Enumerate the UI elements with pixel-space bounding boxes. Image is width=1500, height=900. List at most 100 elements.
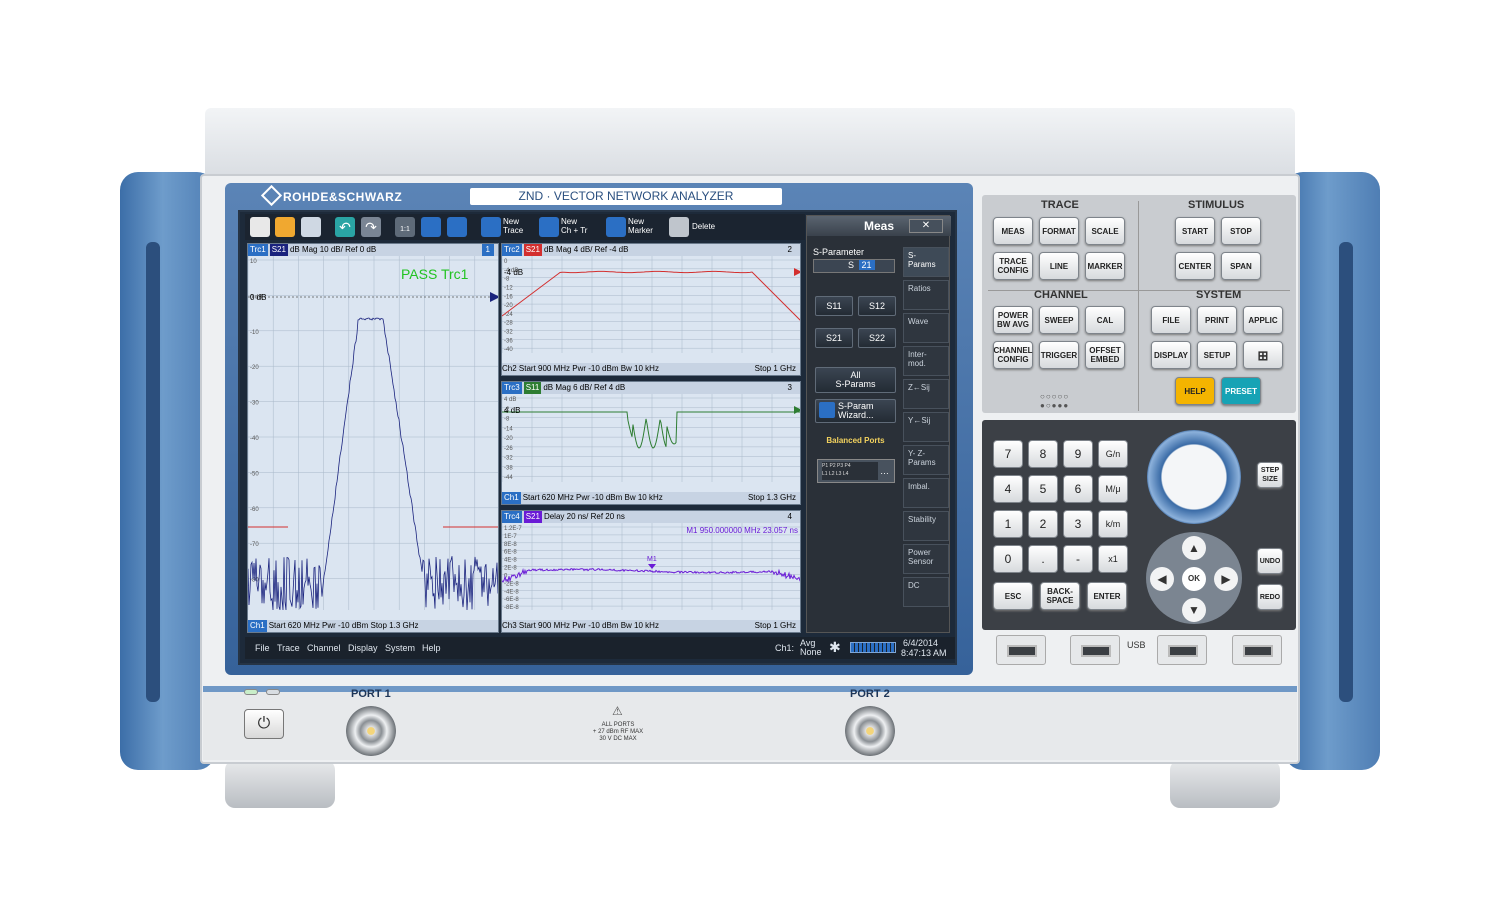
tab-ratios[interactable]: Ratios — [903, 280, 949, 310]
zoom-area-icon[interactable] — [447, 217, 467, 237]
stop-key[interactable]: STOP — [1221, 217, 1261, 245]
usb-port-2[interactable] — [1070, 635, 1120, 665]
trace2-name[interactable]: Trc2 — [502, 244, 522, 256]
usb-port-1[interactable] — [996, 635, 1046, 665]
trace1-name[interactable]: Trc1 — [248, 244, 268, 256]
new-trace-label[interactable]: New Trace — [503, 217, 523, 235]
power-button[interactable]: ⏻ — [244, 709, 284, 739]
usb-port-3[interactable] — [1157, 635, 1207, 665]
tab-power-sensor[interactable]: Power Sensor — [903, 544, 949, 574]
s21-button[interactable]: S21 — [815, 328, 853, 348]
trace3-channel[interactable]: Ch1 — [502, 492, 521, 504]
menu-trace[interactable]: Trace — [277, 643, 300, 653]
key-1[interactable]: 1 — [993, 510, 1023, 538]
center-key[interactable]: CENTER — [1175, 252, 1215, 280]
zoom-1to1-icon[interactable]: 1:1 — [395, 217, 415, 237]
open-folder-icon[interactable] — [275, 217, 295, 237]
new-marker-icon[interactable] — [606, 217, 626, 237]
trace3-pane[interactable]: Trc3 S11 dB Mag 6 dB/ Ref 4 dB 3 4 dB -2 -8-… — [501, 381, 801, 505]
trash-icon[interactable] — [669, 217, 689, 237]
key-9[interactable]: 9 — [1063, 440, 1093, 468]
key-5[interactable]: 5 — [1028, 475, 1058, 503]
key-giga-nano[interactable]: G/n — [1098, 440, 1128, 468]
trace3-name[interactable]: Trc3 — [502, 382, 522, 394]
trace4-pane[interactable]: Trc4 S21 Delay 20 ns/ Ref 20 ns 4 1.2E-7 1E… — [501, 510, 801, 633]
marker-m1-label[interactable]: M1 — [647, 556, 657, 563]
undo-icon[interactable]: ↶ — [335, 217, 355, 237]
port1-connector[interactable] — [346, 706, 396, 756]
key-kilo-milli[interactable]: k/m — [1098, 510, 1128, 538]
arrow-right-icon[interactable]: ▶ — [1214, 567, 1238, 591]
preset-key[interactable]: PRESET — [1221, 377, 1261, 405]
cal-key[interactable]: CAL — [1085, 306, 1125, 334]
all-sparams-button[interactable]: All S-Params — [815, 367, 896, 393]
key-x1[interactable]: x1 — [1098, 545, 1128, 573]
redo-icon[interactable]: ↷ — [361, 217, 381, 237]
new-marker-label[interactable]: New Marker — [628, 217, 653, 235]
balanced-ports-button[interactable]: P1 P2 P3 P4 L1 L2 L3 L4 … — [817, 459, 895, 483]
sparam-value[interactable]: 21 — [859, 260, 875, 270]
s12-button[interactable]: S12 — [858, 296, 896, 316]
ok-key[interactable]: OK — [1182, 567, 1206, 591]
step-size-key[interactable]: STEP SIZE — [1257, 462, 1283, 488]
trace2-header[interactable]: Trc2 S21 dB Mag 4 dB/ Ref -4 dB 2 — [502, 244, 800, 256]
trace2-pane[interactable]: Trc2 S21 dB Mag 4 dB/ Ref -4 dB 2 0 -4 dB -8… — [501, 243, 801, 376]
trace3-param[interactable]: S11 — [524, 382, 542, 394]
arrow-down-icon[interactable]: ▼ — [1182, 598, 1206, 622]
trace1-pane[interactable]: Trc1 S21 dB Mag 10 dB/ Ref 0 dB 1 10 0 dB -1… — [247, 243, 499, 633]
tab-y-sij[interactable]: Y←Sij — [903, 412, 949, 442]
setup-key[interactable]: SETUP — [1197, 341, 1237, 369]
backspace-key[interactable]: BACK- SPACE — [1040, 582, 1080, 610]
s22-button[interactable]: S22 — [858, 328, 896, 348]
key-4[interactable]: 4 — [993, 475, 1023, 503]
tab-wave[interactable]: Wave — [903, 313, 949, 343]
key-mega-micro[interactable]: M/μ — [1098, 475, 1128, 503]
key-3[interactable]: 3 — [1063, 510, 1093, 538]
line-key[interactable]: LINE — [1039, 252, 1079, 280]
redo-key[interactable]: REDO — [1257, 584, 1283, 610]
menu-channel[interactable]: Channel — [307, 643, 341, 653]
port2-connector[interactable] — [845, 706, 895, 756]
new-file-icon[interactable] — [250, 217, 270, 237]
trace4-name[interactable]: Trc4 — [502, 511, 522, 523]
meas-key[interactable]: MEAS — [993, 217, 1033, 245]
key-minus[interactable]: - — [1063, 545, 1093, 573]
rotary-knob[interactable] — [1147, 430, 1241, 524]
power-bw-avg-key[interactable]: POWER BW AVG — [993, 306, 1033, 334]
applic-key[interactable]: APPLIC — [1243, 306, 1283, 334]
menu-system[interactable]: System — [385, 643, 415, 653]
channel-config-key[interactable]: CHANNEL CONFIG — [993, 341, 1033, 369]
key-8[interactable]: 8 — [1028, 440, 1058, 468]
menu-help[interactable]: Help — [422, 643, 441, 653]
key-0[interactable]: 0 — [993, 545, 1023, 573]
tab-dc[interactable]: DC — [903, 577, 949, 607]
trace-config-key[interactable]: TRACE CONFIG — [993, 252, 1033, 280]
windows-icon[interactable]: ⊞ — [1243, 341, 1283, 369]
format-key[interactable]: FORMAT — [1039, 217, 1079, 245]
new-trace-icon[interactable] — [481, 217, 501, 237]
trace2-param[interactable]: S21 — [524, 244, 542, 256]
sweep-key[interactable]: SWEEP — [1039, 306, 1079, 334]
trace1-channel[interactable]: Ch1 — [248, 620, 267, 632]
menu-file[interactable]: File — [255, 643, 270, 653]
menu-display[interactable]: Display — [348, 643, 378, 653]
enter-key[interactable]: ENTER — [1087, 582, 1127, 610]
sparam-selector[interactable]: S 21 — [813, 259, 895, 273]
esc-key[interactable]: ESC — [993, 582, 1033, 610]
key-2[interactable]: 2 — [1028, 510, 1058, 538]
arrow-left-icon[interactable]: ◀ — [1150, 567, 1174, 591]
tab-stability[interactable]: Stability — [903, 511, 949, 541]
span-key[interactable]: SPAN — [1221, 252, 1261, 280]
save-icon[interactable] — [301, 217, 321, 237]
trace4-header[interactable]: Trc4 S21 Delay 20 ns/ Ref 20 ns 4 — [502, 511, 800, 523]
marker-key[interactable]: MARKER — [1085, 252, 1125, 280]
tab-intermod[interactable]: Inter- mod. — [903, 346, 949, 376]
key-7[interactable]: 7 — [993, 440, 1023, 468]
undo-key[interactable]: UNDO — [1257, 548, 1283, 574]
trace4-param[interactable]: S21 — [524, 511, 542, 523]
offset-embed-key[interactable]: OFFSET EMBED — [1085, 341, 1125, 369]
arrow-up-icon[interactable]: ▲ — [1182, 536, 1206, 560]
start-key[interactable]: START — [1175, 217, 1215, 245]
new-channel-icon[interactable] — [539, 217, 559, 237]
delete-label[interactable]: Delete — [692, 222, 715, 231]
